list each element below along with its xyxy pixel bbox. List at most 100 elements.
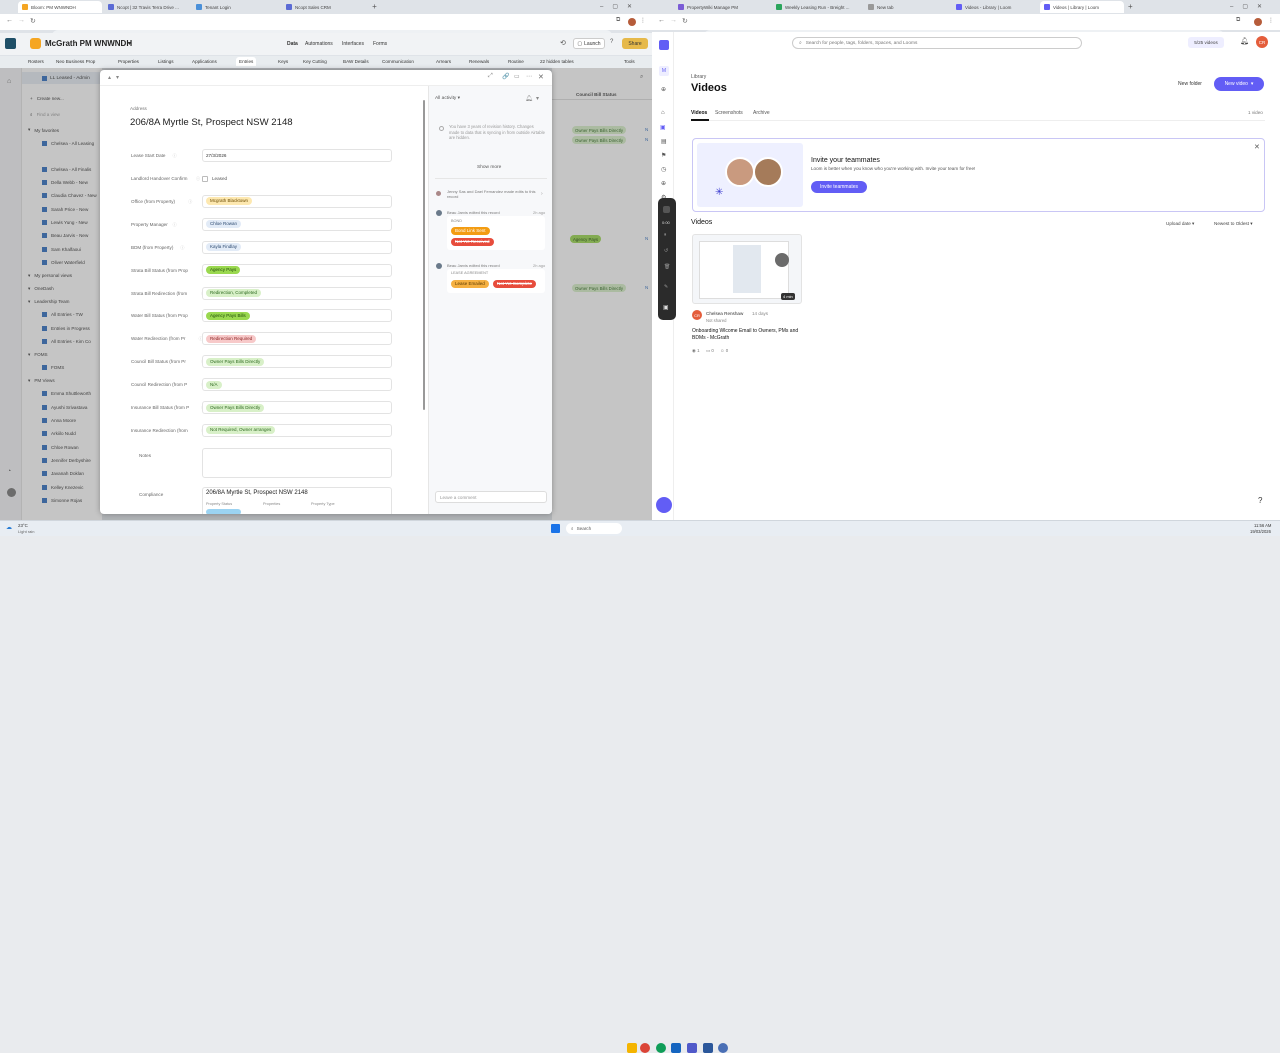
left-menu-icon[interactable]: ⋮ [640,17,646,24]
table-tab-rosters[interactable]: Rosters [28,59,44,64]
taskbar-search[interactable]: ⌕ Search [566,523,622,534]
table-tab-keys[interactable]: Keys [278,59,288,64]
rail-library-icon[interactable]: ▣ [660,124,666,131]
new-video-button[interactable]: New video ▾ [1214,77,1264,91]
forward-icon[interactable]: → [18,17,25,24]
table-tab-properties[interactable]: Properties [118,59,139,64]
left-tab-1[interactable]: Ncopt | 32 Travis Terra Drive ... [104,1,188,13]
video-thumbnail[interactable]: 4 min [692,234,802,304]
more-icon[interactable]: ⋯ [526,73,532,80]
notes-textarea[interactable] [202,448,392,478]
header-tab-data[interactable]: Data [287,41,298,47]
loom-logo-icon[interactable] [659,40,669,50]
expand-icon[interactable]: ⤢ [488,73,493,80]
video-author[interactable]: Chelsea Renshaw [706,311,743,316]
right-tab-4[interactable]: Videos | Library | Loom [1040,1,1124,13]
left-profile-icon[interactable] [628,18,636,26]
event1-chevron-icon[interactable]: › [541,191,543,197]
workspace-avatar[interactable]: M [659,66,669,76]
airtable-logo-icon[interactable] [5,38,16,49]
header-tab-interfaces[interactable]: Interfaces [342,41,364,47]
record-title[interactable]: 206/8A Myrtle St, Prospect NSW 2148 [130,117,293,128]
field-value[interactable]: Kayla Findlay [202,240,392,254]
comment-input[interactable]: Leave a comment [435,491,547,503]
new-tab-icon[interactable]: + [370,2,379,11]
right-tab-3[interactable]: Videos - Library | Loom [952,1,1036,13]
comment-toggle-icon[interactable]: ▭ [514,73,520,80]
window-controls[interactable]: –▢✕ [600,3,641,10]
back-icon[interactable]: ← [6,17,13,24]
clock-time[interactable]: 11:56 AM [1254,523,1271,528]
excel-icon[interactable] [718,1043,728,1053]
launch-button[interactable]: ▢ Launch [573,38,605,49]
field-value[interactable]: Agency Pays [202,263,392,277]
link-icon[interactable]: 🔗 [502,73,509,80]
files-icon[interactable] [627,1043,637,1053]
extensions-icon[interactable]: ⧉ [616,17,620,24]
table-tab-neo[interactable]: Neo Business Prop [56,59,95,64]
word-icon[interactable] [703,1043,713,1053]
start-icon[interactable] [551,524,560,533]
table-tab-baw[interactable]: BAW Details [343,59,369,64]
rail-bookmark-icon[interactable]: ⚑ [661,152,666,159]
right-new-tab-icon[interactable]: + [1128,2,1133,11]
new-folder-button[interactable]: New folder [1170,78,1210,90]
share-button[interactable]: Share [622,38,648,49]
loom-user-avatar[interactable]: CR [1256,36,1268,48]
table-tab-hidden[interactable]: 22 hidden tables [540,59,574,64]
tab-archive[interactable]: Archive [753,110,770,116]
right-extensions-icon[interactable]: ⧉ [1236,17,1240,24]
tab-screenshots[interactable]: Screenshots [715,110,743,116]
right-window-controls[interactable]: –▢✕ [1230,3,1271,10]
outlook-icon[interactable] [671,1043,681,1053]
field-value[interactable]: Agency Pays Bills [202,309,392,323]
loom-bell-icon[interactable]: 🔔︎ [1240,37,1249,45]
table-tab-arrears[interactable]: Arrears [436,59,451,64]
sort-order[interactable]: Newest to Oldest ▾ [1214,221,1253,227]
tab-videos[interactable]: Videos [691,110,707,116]
loom-chat-bubble-icon[interactable] [656,497,672,513]
video-shared[interactable]: Not shared [706,318,726,323]
header-tab-automations[interactable]: Automations [305,41,333,47]
delete-icon[interactable]: 🗑︎ [664,264,670,270]
activity-filter[interactable]: All activity ▾ [435,96,460,101]
invite-teammates-button[interactable]: Invite teammates [811,181,867,193]
rail-home-icon[interactable]: ⌂ [661,110,665,116]
left-tab-0[interactable]: Bloom: PM WNWNDH [18,1,102,13]
right-tab-0[interactable]: PropertyWiki Manage PM [674,1,754,13]
right-menu-icon[interactable]: ⋮ [1268,17,1274,24]
video-title[interactable]: Onboarding Wlcome Email to Owners, PMs a… [692,328,802,342]
field-value[interactable]: Chloe Rowan [202,217,392,231]
rail-globe-icon[interactable]: ⊕ [661,180,666,187]
edge-icon[interactable] [656,1043,666,1053]
table-tab-applications[interactable]: Applications [192,59,217,64]
table-tab-listings[interactable]: Listings [158,59,174,64]
table-tab-communication[interactable]: Communication [382,59,414,64]
field-value[interactable]: Redirection Required [202,332,392,346]
camera-icon[interactable]: ▣ [663,304,669,311]
video-quota-badge[interactable]: 5/25 videos [1188,37,1224,48]
close-modal-icon[interactable]: ✕ [538,73,544,81]
add-member-icon[interactable]: ⊕ [661,86,666,93]
compliance-linked-card[interactable]: 206/8A Myrtle St, Prospect NSW 2148 Prop… [202,487,392,514]
checkbox-icon[interactable] [202,175,208,182]
left-tab-2[interactable]: Tenant Login [192,1,276,13]
loom-search[interactable]: ⌕ Search for people, tags, folders, Space… [792,37,1082,49]
draw-icon[interactable]: ✎ [664,284,668,290]
form-scrollbar[interactable] [423,100,425,410]
header-tab-forms[interactable]: Forms [373,41,387,47]
right-profile-icon[interactable] [1254,18,1262,26]
table-tab-renewals[interactable]: Renewals [469,59,489,64]
help-icon[interactable]: ? [610,39,613,45]
table-tab-routine[interactable]: Routine [508,59,524,64]
table-tab-entries[interactable]: Entries [236,57,257,66]
right-reload-icon[interactable]: ↻ [682,17,688,25]
left-tab-3[interactable]: Ncopt Sales CRM [282,1,366,13]
field-value[interactable]: N/A [202,378,392,392]
rail-clock-icon[interactable]: ◷ [661,166,666,173]
weather-temp[interactable]: 23°C [18,523,28,528]
field-value[interactable]: Owner Pays Bills Directly [202,401,392,414]
field-value[interactable]: Leased [202,172,292,185]
bell-icon[interactable]: 🔔︎ [525,95,533,102]
right-forward-icon[interactable]: → [670,17,677,24]
